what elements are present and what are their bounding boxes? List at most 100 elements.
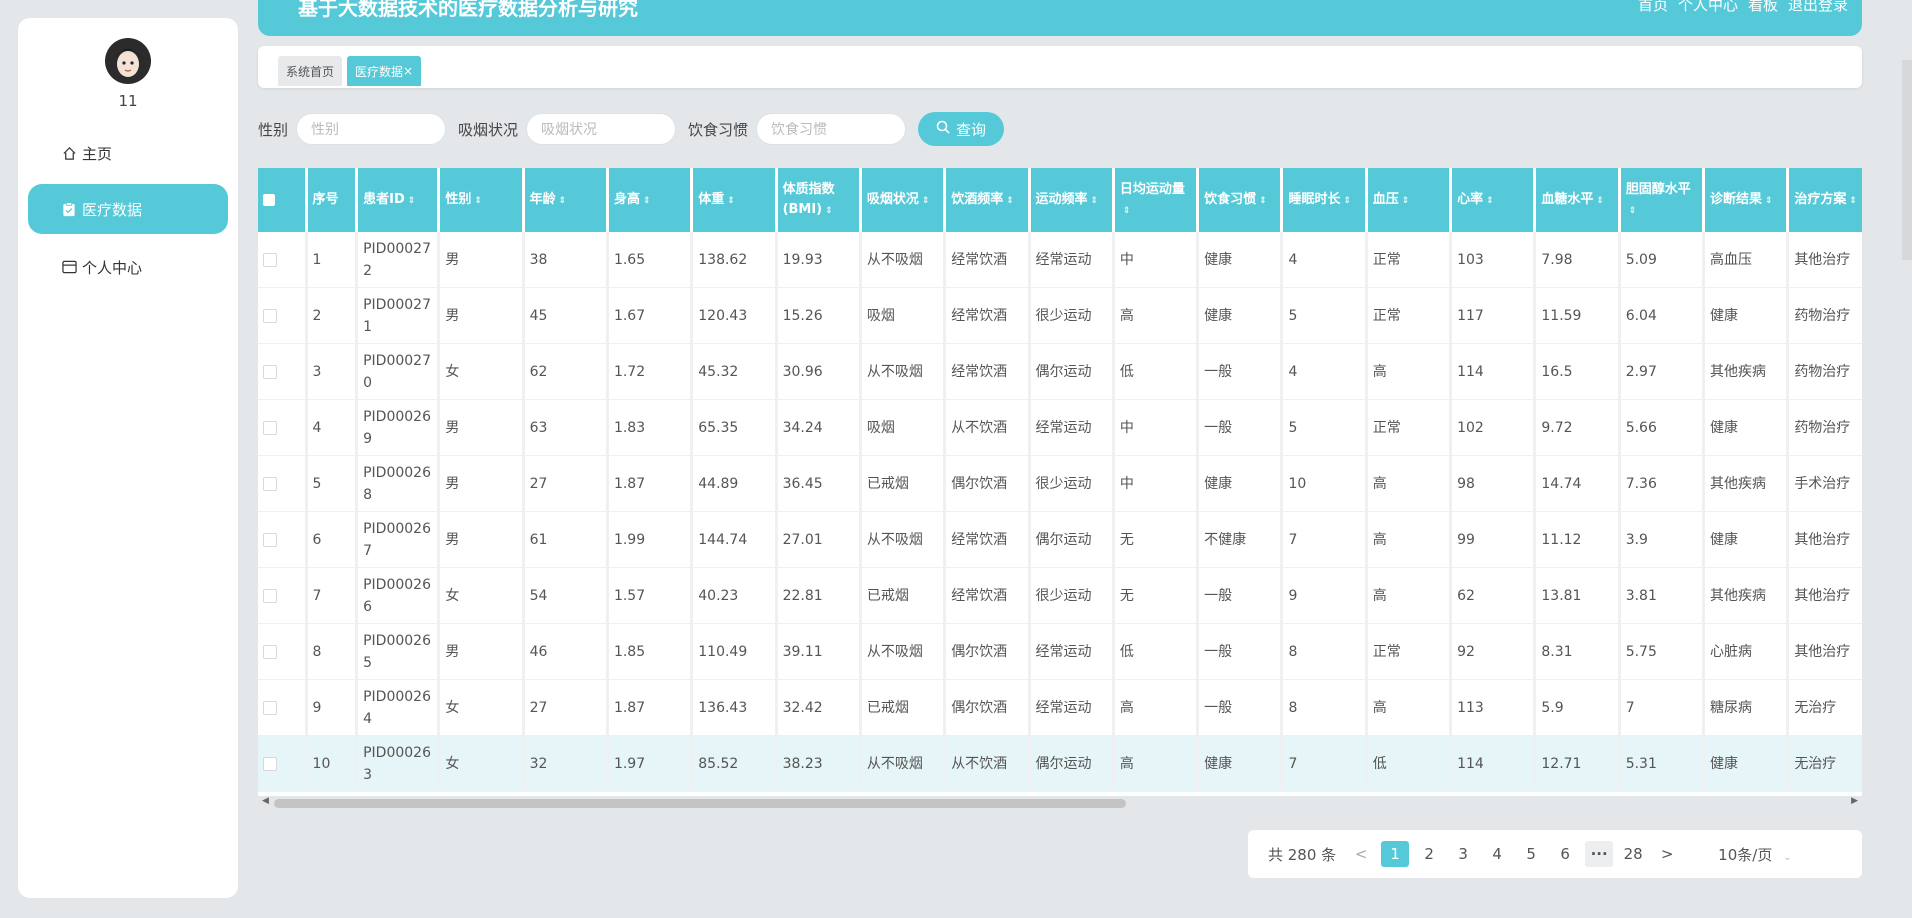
table-cell: 高	[1367, 680, 1453, 736]
more-pages-button[interactable]: ···	[1585, 841, 1614, 867]
pagination: 共 280 条 < 1 2 3 4 5 6 ··· 28 > 10条/页 ⌄	[1248, 830, 1862, 878]
row-checkbox[interactable]	[263, 644, 277, 659]
row-checkbox[interactable]	[263, 364, 277, 379]
row-checkbox[interactable]	[263, 252, 277, 267]
sort-icon[interactable]: ⇕	[1629, 206, 1637, 216]
sidebar-item-label: 个人中心	[82, 258, 143, 277]
tab-medical-data[interactable]: 医疗数据 ×	[347, 56, 422, 86]
column-header[interactable]: 心率 ⇕	[1452, 168, 1537, 232]
column-header[interactable]: 序号	[307, 168, 359, 232]
column-header[interactable]: 睡眠时长 ⇕	[1283, 168, 1368, 232]
sort-icon[interactable]: ⇕	[408, 196, 416, 206]
column-header[interactable]: 日均运动量 ⇕	[1114, 168, 1200, 232]
table-cell: 健康	[1199, 736, 1284, 792]
table-cell: 女	[440, 344, 525, 400]
sort-icon[interactable]: ⇕	[643, 196, 651, 206]
vertical-scrollbar[interactable]	[1902, 60, 1912, 260]
sidebar-item-personal-center[interactable]: 个人中心	[28, 242, 228, 292]
table-row[interactable]: 4 PID000269 男 63 1.83 65.35 34.24 吸烟 从不饮酒 经常运动中一般…	[258, 400, 1862, 456]
column-header[interactable]: 身高 ⇕	[608, 168, 694, 232]
row-checkbox[interactable]	[263, 420, 277, 435]
sort-icon[interactable]: ⇕	[922, 196, 930, 206]
sort-icon[interactable]: ⇕	[1596, 196, 1604, 206]
table-row[interactable]: 8 PID000265 男 46 1.85 110.49 39.11 从不吸烟 偶尔饮酒 经常运动…	[258, 624, 1862, 680]
sort-icon[interactable]: ⇕	[727, 196, 735, 206]
table-row[interactable]: 2 PID000271 男 45 1.67 120.43 15.26 吸烟 经常饮酒 很少运动高健…	[258, 288, 1862, 344]
avatar[interactable]	[105, 38, 151, 84]
sort-icon[interactable]: ⇕	[559, 196, 567, 206]
page-size-select[interactable]: 10条/页 ⌄	[1718, 844, 1791, 865]
column-header-label: 血压	[1372, 191, 1399, 207]
column-header[interactable]: 体质指数(BMI) ⇕	[777, 168, 862, 232]
table-cell: 6	[307, 512, 359, 568]
close-icon[interactable]: ×	[403, 64, 413, 78]
page-2[interactable]: 2	[1415, 841, 1443, 867]
column-header[interactable]: 血糖水平 ⇕	[1536, 168, 1621, 232]
sort-icon[interactable]: ⇕	[1123, 206, 1131, 216]
row-checkbox[interactable]	[263, 476, 277, 491]
scroll-thumb[interactable]	[274, 799, 1126, 808]
table-cell: 32.42	[777, 680, 862, 736]
column-header[interactable]: 胆固醇水平 ⇕	[1620, 168, 1705, 232]
sort-icon[interactable]: ⇕	[1091, 196, 1099, 206]
sidebar-item-home[interactable]: 主页	[28, 128, 228, 178]
sort-icon[interactable]: ⇕	[1259, 196, 1267, 206]
header-link-personal-center[interactable]: 个人中心	[1678, 0, 1738, 15]
column-header[interactable]: 年龄 ⇕	[524, 168, 609, 232]
sort-icon[interactable]: ⇕	[1765, 196, 1773, 206]
page-3[interactable]: 3	[1449, 841, 1477, 867]
table-row[interactable]: 3 PID000270 女 62 1.72 45.32 30.96 从不吸烟 经常饮酒 偶尔运动低…	[258, 344, 1862, 400]
scroll-left-icon[interactable]: ◀	[262, 796, 269, 806]
diet-input[interactable]: 饮食习惯	[756, 113, 907, 145]
column-header[interactable]: 体重 ⇕	[693, 168, 778, 232]
next-page-button[interactable]: >	[1653, 841, 1681, 867]
row-checkbox[interactable]	[263, 700, 277, 715]
sort-icon[interactable]: ⇕	[825, 206, 833, 216]
table-row[interactable]: 10 PID000263 女 32 1.97 85.52 38.23 从不吸烟 从不饮酒 偶尔运动…	[258, 736, 1862, 792]
table-cell: 高	[1114, 680, 1200, 736]
column-header[interactable]: 饮酒频率 ⇕	[946, 168, 1031, 232]
column-header[interactable]: 饮食习惯 ⇕	[1199, 168, 1284, 232]
select-all-checkbox[interactable]	[263, 193, 275, 206]
tab-home[interactable]: 系统首页	[278, 56, 343, 86]
column-header[interactable]: 患者ID ⇕	[358, 168, 441, 232]
table-cell: 很少运动	[1030, 456, 1115, 512]
table-row[interactable]: 9 PID000264 女 27 1.87 136.43 32.42 已戒烟 偶尔饮酒 经常运动高…	[258, 680, 1862, 736]
row-checkbox[interactable]	[263, 308, 277, 323]
header-link-dashboard[interactable]: 看板	[1748, 0, 1778, 15]
page-5[interactable]: 5	[1517, 841, 1545, 867]
sort-icon[interactable]: ⇕	[1006, 196, 1014, 206]
sort-icon[interactable]: ⇕	[1486, 196, 1494, 206]
sort-icon[interactable]: ⇕	[474, 196, 482, 206]
column-header[interactable]: 治疗方案 ⇕	[1789, 168, 1862, 232]
table-row[interactable]: 7 PID000266 女 54 1.57 40.23 22.81 已戒烟 经常饮酒 很少运动无一…	[258, 568, 1862, 624]
gender-input[interactable]: 性别	[296, 113, 447, 145]
table-row[interactable]: 1 PID000272 男 38 1.65 138.62 19.93 从不吸烟 经常饮酒 经常运动…	[258, 232, 1862, 288]
row-checkbox[interactable]	[263, 588, 277, 603]
page-1[interactable]: 1	[1381, 841, 1410, 867]
column-header[interactable]: 性别 ⇕	[440, 168, 525, 232]
column-header[interactable]: 诊断结果 ⇕	[1705, 168, 1790, 232]
table-cell: 经常运动	[1030, 680, 1115, 736]
column-header[interactable]: 运动频率 ⇕	[1030, 168, 1115, 232]
header-link-logout[interactable]: 退出登录	[1788, 0, 1848, 15]
row-checkbox[interactable]	[263, 532, 277, 547]
sort-icon[interactable]: ⇕	[1849, 196, 1857, 206]
header-link-home[interactable]: 首页	[1638, 0, 1668, 15]
page-4[interactable]: 4	[1483, 841, 1511, 867]
column-header[interactable]: 吸烟状况 ⇕	[861, 168, 947, 232]
table-row[interactable]: 6 PID000267 男 61 1.99 144.74 27.01 从不吸烟 经常饮酒 偶尔运动…	[258, 512, 1862, 568]
scroll-right-icon[interactable]: ▶	[1851, 796, 1858, 806]
row-checkbox[interactable]	[263, 756, 277, 771]
sort-icon[interactable]: ⇕	[1402, 196, 1410, 206]
page-last[interactable]: 28	[1619, 841, 1647, 867]
column-header[interactable]: 血压 ⇕	[1367, 168, 1453, 232]
page-6[interactable]: 6	[1551, 841, 1579, 867]
sort-icon[interactable]: ⇕	[1343, 196, 1351, 206]
smoke-input[interactable]: 吸烟状况	[526, 113, 677, 145]
horizontal-scrollbar[interactable]: ◀ ▶	[258, 796, 1862, 810]
prev-page-button[interactable]: <	[1347, 841, 1375, 867]
table-row[interactable]: 5 PID000268 男 27 1.87 44.89 36.45 已戒烟 偶尔饮酒 很少运动中健…	[258, 456, 1862, 512]
search-button[interactable]: 查询	[918, 112, 1004, 146]
sidebar-item-medical-data[interactable]: 医疗数据	[28, 184, 228, 234]
